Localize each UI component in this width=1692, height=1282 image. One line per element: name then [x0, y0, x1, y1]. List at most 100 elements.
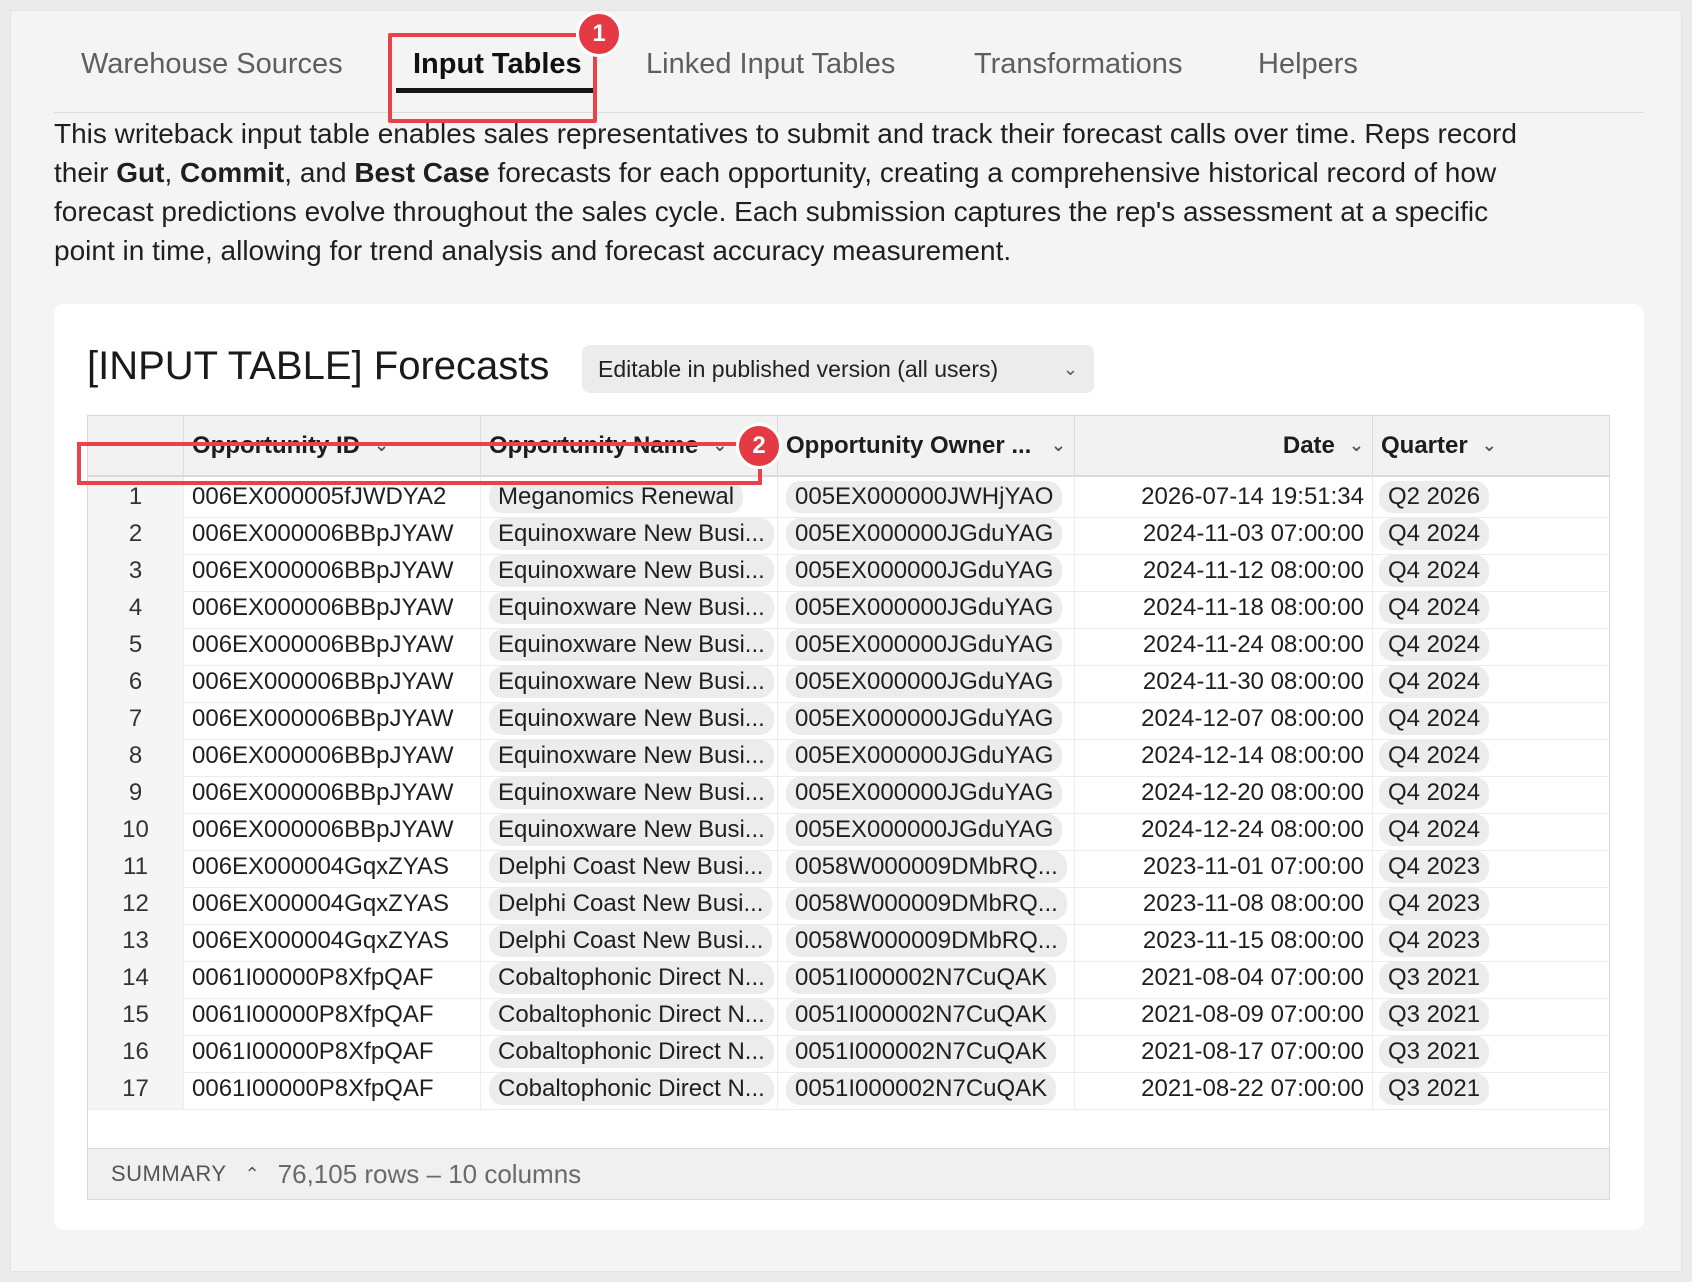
cell-quarter[interactable]: Q4 2024: [1372, 699, 1609, 739]
cell-date[interactable]: 2024-11-18 08:00:00: [1074, 588, 1372, 628]
cell-quarter[interactable]: Q4 2024: [1372, 736, 1609, 776]
cell-opportunity-owner[interactable]: 0051I000002N7CuQAK: [777, 995, 1074, 1035]
table-row[interactable]: 9 006EX000006BBpJYAW Equinoxware New Busi.…: [88, 773, 1609, 814]
cell-opportunity-id[interactable]: 006EX000006BBpJYAW: [183, 736, 480, 776]
cell-quarter[interactable]: Q4 2024: [1372, 625, 1609, 665]
cell-opportunity-id[interactable]: 006EX000006BBpJYAW: [183, 699, 480, 739]
summary-bar[interactable]: SUMMARY ⌃ 76,105 rows – 10 columns: [88, 1148, 1609, 1199]
cell-opportunity-name[interactable]: Cobaltophonic Direct N...: [480, 1032, 777, 1072]
cell-opportunity-id[interactable]: 0061I00000P8XfpQAF: [183, 995, 480, 1035]
cell-opportunity-name[interactable]: Equinoxware New Busi...: [480, 625, 777, 665]
table-row[interactable]: 17 0061I00000P8XfpQAF Cobaltophonic Direct…: [88, 1069, 1609, 1110]
cell-opportunity-id[interactable]: 006EX000006BBpJYAW: [183, 810, 480, 850]
cell-date[interactable]: 2023-11-15 08:00:00: [1074, 921, 1372, 961]
cell-opportunity-owner[interactable]: 005EX000000JGduYAG: [777, 773, 1074, 813]
cell-opportunity-name[interactable]: Delphi Coast New Busi...: [480, 884, 777, 924]
cell-opportunity-owner[interactable]: 005EX000000JGduYAG: [777, 551, 1074, 591]
table-row[interactable]: 3 006EX000006BBpJYAW Equinoxware New Busi.…: [88, 551, 1609, 592]
cell-opportunity-owner[interactable]: 0051I000002N7CuQAK: [777, 1032, 1074, 1072]
table-row[interactable]: 6 006EX000006BBpJYAW Equinoxware New Busi.…: [88, 662, 1609, 703]
cell-opportunity-owner[interactable]: 005EX000000JGduYAG: [777, 588, 1074, 628]
cell-opportunity-id[interactable]: 006EX000006BBpJYAW: [183, 662, 480, 702]
table-row[interactable]: 11 006EX000004GqxZYAS Delphi Coast New Bus…: [88, 847, 1609, 888]
cell-opportunity-owner[interactable]: 005EX000000JGduYAG: [777, 514, 1074, 554]
cell-quarter[interactable]: Q3 2021: [1372, 1032, 1609, 1072]
chevron-up-icon[interactable]: ⌃: [245, 1164, 260, 1185]
cell-opportunity-name[interactable]: Equinoxware New Busi...: [480, 588, 777, 628]
column-header-opportunity-owner[interactable]: Opportunity Owner ... ⌄: [777, 416, 1074, 475]
cell-opportunity-name[interactable]: Cobaltophonic Direct N...: [480, 1069, 777, 1109]
cell-opportunity-name[interactable]: Equinoxware New Busi...: [480, 514, 777, 554]
cell-opportunity-name[interactable]: Equinoxware New Busi...: [480, 662, 777, 702]
cell-opportunity-name[interactable]: Delphi Coast New Busi...: [480, 847, 777, 887]
cell-opportunity-id[interactable]: 0061I00000P8XfpQAF: [183, 1032, 480, 1072]
cell-date[interactable]: 2021-08-22 07:00:00: [1074, 1069, 1372, 1109]
cell-date[interactable]: 2021-08-17 07:00:00: [1074, 1032, 1372, 1072]
cell-quarter[interactable]: Q4 2024: [1372, 773, 1609, 813]
table-row[interactable]: 15 0061I00000P8XfpQAF Cobaltophonic Direct…: [88, 995, 1609, 1036]
cell-opportunity-owner[interactable]: 0051I000002N7CuQAK: [777, 958, 1074, 998]
tab-warehouse-sources[interactable]: Warehouse Sources: [81, 48, 343, 81]
cell-date[interactable]: 2024-11-24 08:00:00: [1074, 625, 1372, 665]
cell-quarter[interactable]: Q4 2023: [1372, 884, 1609, 924]
cell-date[interactable]: 2021-08-04 07:00:00: [1074, 958, 1372, 998]
cell-quarter[interactable]: Q4 2023: [1372, 847, 1609, 887]
cell-opportunity-id[interactable]: 006EX000004GqxZYAS: [183, 884, 480, 924]
cell-opportunity-id[interactable]: 006EX000004GqxZYAS: [183, 847, 480, 887]
cell-opportunity-name[interactable]: Equinoxware New Busi...: [480, 551, 777, 591]
cell-opportunity-owner[interactable]: 005EX000000JGduYAG: [777, 625, 1074, 665]
cell-opportunity-name[interactable]: Equinoxware New Busi...: [480, 736, 777, 776]
cell-opportunity-name[interactable]: Cobaltophonic Direct N...: [480, 958, 777, 998]
table-row[interactable]: 4 006EX000006BBpJYAW Equinoxware New Busi.…: [88, 588, 1609, 629]
cell-quarter[interactable]: Q4 2024: [1372, 810, 1609, 850]
cell-opportunity-id[interactable]: 006EX000006BBpJYAW: [183, 588, 480, 628]
cell-opportunity-owner[interactable]: 0051I000002N7CuQAK: [777, 1069, 1074, 1109]
cell-opportunity-owner[interactable]: 005EX000000JGduYAG: [777, 810, 1074, 850]
cell-opportunity-owner[interactable]: 005EX000000JWHjYAO: [777, 477, 1074, 517]
cell-opportunity-owner[interactable]: 0058W000009DMbRQ...: [777, 884, 1074, 924]
cell-quarter[interactable]: Q4 2023: [1372, 921, 1609, 961]
cell-date[interactable]: 2024-11-30 08:00:00: [1074, 662, 1372, 702]
cell-opportunity-id[interactable]: 006EX000006BBpJYAW: [183, 773, 480, 813]
cell-opportunity-owner[interactable]: 005EX000000JGduYAG: [777, 662, 1074, 702]
cell-date[interactable]: 2024-11-12 08:00:00: [1074, 551, 1372, 591]
cell-opportunity-owner[interactable]: 005EX000000JGduYAG: [777, 736, 1074, 776]
tab-linked-input-tables[interactable]: Linked Input Tables: [646, 48, 895, 81]
table-row[interactable]: 5 006EX000006BBpJYAW Equinoxware New Busi.…: [88, 625, 1609, 666]
permission-dropdown[interactable]: Editable in published version (all users…: [582, 345, 1094, 393]
cell-quarter[interactable]: Q4 2024: [1372, 588, 1609, 628]
cell-date[interactable]: 2024-12-20 08:00:00: [1074, 773, 1372, 813]
column-header-date[interactable]: Date ⌄: [1074, 416, 1372, 475]
tab-transformations[interactable]: Transformations: [974, 48, 1182, 81]
column-header-quarter[interactable]: Quarter ⌄: [1372, 416, 1609, 475]
cell-quarter[interactable]: Q3 2021: [1372, 1069, 1609, 1109]
cell-opportunity-name[interactable]: Equinoxware New Busi...: [480, 773, 777, 813]
cell-opportunity-owner[interactable]: 005EX000000JGduYAG: [777, 699, 1074, 739]
cell-opportunity-name[interactable]: Equinoxware New Busi...: [480, 699, 777, 739]
cell-opportunity-name[interactable]: Cobaltophonic Direct N...: [480, 995, 777, 1035]
cell-date[interactable]: 2023-11-01 07:00:00: [1074, 847, 1372, 887]
table-row[interactable]: 13 006EX000004GqxZYAS Delphi Coast New Bus…: [88, 921, 1609, 962]
cell-quarter[interactable]: Q2 2026: [1372, 477, 1609, 517]
cell-opportunity-id[interactable]: 006EX000006BBpJYAW: [183, 625, 480, 665]
cell-date[interactable]: 2024-12-07 08:00:00: [1074, 699, 1372, 739]
cell-opportunity-name[interactable]: Delphi Coast New Busi...: [480, 921, 777, 961]
cell-date[interactable]: 2026-07-14 19:51:34: [1074, 477, 1372, 517]
cell-quarter[interactable]: Q4 2024: [1372, 551, 1609, 591]
table-row[interactable]: 16 0061I00000P8XfpQAF Cobaltophonic Direct…: [88, 1032, 1609, 1073]
cell-quarter[interactable]: Q4 2024: [1372, 514, 1609, 554]
cell-opportunity-name[interactable]: Equinoxware New Busi...: [480, 810, 777, 850]
cell-opportunity-id[interactable]: 0061I00000P8XfpQAF: [183, 1069, 480, 1109]
cell-date[interactable]: 2023-11-08 08:00:00: [1074, 884, 1372, 924]
table-row[interactable]: 10 006EX000006BBpJYAW Equinoxware New Busi…: [88, 810, 1609, 851]
table-row[interactable]: 14 0061I00000P8XfpQAF Cobaltophonic Direct…: [88, 958, 1609, 999]
cell-opportunity-id[interactable]: 006EX000004GqxZYAS: [183, 921, 480, 961]
cell-date[interactable]: 2024-11-03 07:00:00: [1074, 514, 1372, 554]
cell-opportunity-owner[interactable]: 0058W000009DMbRQ...: [777, 921, 1074, 961]
table-row[interactable]: 12 006EX000004GqxZYAS Delphi Coast New Bus…: [88, 884, 1609, 925]
cell-opportunity-owner[interactable]: 0058W000009DMbRQ...: [777, 847, 1074, 887]
cell-date[interactable]: 2021-08-09 07:00:00: [1074, 995, 1372, 1035]
cell-quarter[interactable]: Q4 2024: [1372, 662, 1609, 702]
cell-date[interactable]: 2024-12-14 08:00:00: [1074, 736, 1372, 776]
cell-opportunity-id[interactable]: 006EX000006BBpJYAW: [183, 551, 480, 591]
